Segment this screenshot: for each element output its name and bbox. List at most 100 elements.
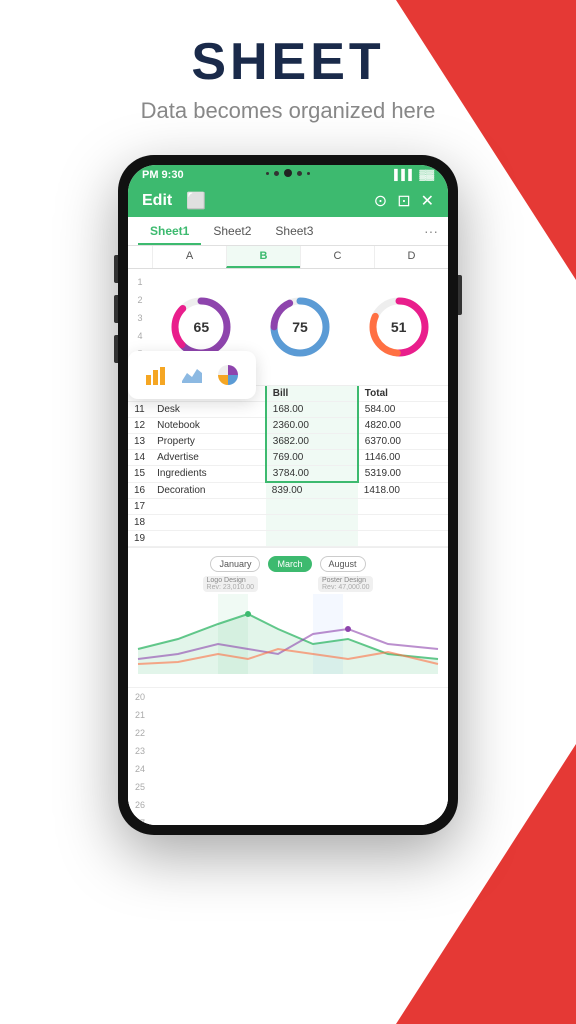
- cell-desk-total: 584.00: [358, 402, 448, 418]
- row-num-15: 15: [128, 466, 151, 483]
- line-chart-svg: [136, 594, 440, 674]
- cell-18-bill[interactable]: [266, 515, 358, 531]
- save-icon[interactable]: ⬜: [186, 191, 206, 211]
- sheet-tabs: Sheet1 Sheet2 Sheet3 ···: [128, 217, 448, 246]
- row-num-17: 17: [128, 499, 151, 515]
- donut-chart-3: 51: [367, 295, 431, 359]
- window-icon[interactable]: ⊡: [397, 191, 410, 211]
- cell-19-total: [358, 531, 448, 547]
- cell-decoration-bill[interactable]: 839.00: [266, 482, 358, 499]
- phone-screen: PM 9:30 ▌▌▌ ▓▓ Edit ⬜ ⊙ ⊡ ✕ Sheet1 Sheet…: [128, 165, 448, 825]
- cell-desk-project[interactable]: Desk: [151, 402, 266, 418]
- cell-property-total: 6370.00: [358, 434, 448, 450]
- cell-ingredients-bill[interactable]: 3784.00: [266, 466, 358, 483]
- cell-ingredients-project[interactable]: Ingredients: [151, 466, 266, 483]
- row-num-19: 19: [128, 531, 151, 547]
- chart-legend: January March August: [136, 556, 440, 572]
- cell-decoration-total: 1418.00: [358, 482, 448, 499]
- cell-advertise-bill[interactable]: 769.00: [266, 450, 358, 466]
- app-title: SHEET: [0, 32, 576, 92]
- chart-labels: Logo DesignRev: 23,010.00 Poster DesignR…: [136, 576, 440, 592]
- col-header-c[interactable]: C: [300, 246, 374, 268]
- legend-august[interactable]: August: [320, 556, 366, 572]
- cell-notebook-bill[interactable]: 2360.00: [266, 418, 358, 434]
- tab-sheet2[interactable]: Sheet2: [201, 217, 263, 245]
- donut-label-3: 51: [391, 319, 407, 335]
- col-header-b[interactable]: B: [226, 246, 300, 268]
- data-table-area: 10 Project Bill Total 11 Desk 168.00 584…: [128, 386, 448, 547]
- cell-advertise-total: 1146.00: [358, 450, 448, 466]
- sheet-area: 1 2 3 4 5 6: [128, 269, 448, 825]
- legend-january[interactable]: January: [210, 556, 260, 572]
- table-row: 14 Advertise 769.00 1146.00: [128, 450, 448, 466]
- status-icons: ▌▌▌ ▓▓: [394, 170, 434, 181]
- donut-chart-1: 65: [169, 295, 233, 359]
- label-logo-design: Logo DesignRev: 23,010.00: [203, 576, 258, 592]
- donut-label-1: 65: [194, 319, 210, 335]
- bottom-chart-area: January March August Logo DesignRev: 23,…: [128, 547, 448, 687]
- cell-17-bill[interactable]: [266, 499, 358, 515]
- row-num-11: 11: [128, 402, 151, 418]
- signal-icon: ▌▌▌: [394, 170, 415, 181]
- legend-march[interactable]: March: [268, 556, 311, 572]
- cell-18-project[interactable]: [151, 515, 266, 531]
- area-chart-icon[interactable]: [174, 357, 210, 393]
- pie-chart-icon[interactable]: [210, 357, 246, 393]
- col-header-d[interactable]: D: [374, 246, 448, 268]
- cell-19-project[interactable]: [151, 531, 266, 547]
- header-total: Total: [358, 386, 448, 402]
- tab-sheet3[interactable]: Sheet3: [263, 217, 325, 245]
- table-row: 18: [128, 515, 448, 531]
- phone-mockup: PM 9:30 ▌▌▌ ▓▓ Edit ⬜ ⊙ ⊡ ✕ Sheet1 Sheet…: [118, 155, 458, 835]
- cam-dot-2: [297, 171, 302, 176]
- cell-19-bill[interactable]: [266, 531, 358, 547]
- cell-property-bill[interactable]: 3682.00: [266, 434, 358, 450]
- vol-up-button: [114, 255, 118, 283]
- row-num-22: 22: [128, 724, 152, 742]
- more-tabs-icon[interactable]: ···: [424, 223, 438, 239]
- cell-desk-bill[interactable]: 168.00: [266, 402, 358, 418]
- table-row: 17: [128, 499, 448, 515]
- row-nums-bottom: 20 21 22 23 24 25 26 27: [128, 688, 152, 825]
- search-icon[interactable]: ⊙: [374, 191, 387, 211]
- cell-17-project[interactable]: [151, 499, 266, 515]
- table-row: 13 Property 3682.00 6370.00: [128, 434, 448, 450]
- col-header-a[interactable]: A: [152, 246, 226, 268]
- table-row: 19: [128, 531, 448, 547]
- power-button: [458, 275, 462, 315]
- close-icon[interactable]: ✕: [421, 191, 434, 211]
- cell-decoration-project[interactable]: Decoration: [151, 482, 266, 499]
- row-num-18: 18: [128, 515, 151, 531]
- row-num-1: 1: [128, 273, 152, 291]
- camera-area: [266, 169, 310, 177]
- row-num-2: 2: [128, 291, 152, 309]
- chart-annotations: Logo DesignRev: 23,010.00 Poster DesignR…: [136, 576, 440, 592]
- row-num-27: 27: [128, 814, 152, 825]
- column-headers: A B C D: [128, 246, 448, 269]
- bar-chart-icon[interactable]: [138, 357, 174, 393]
- cell-property-project[interactable]: Property: [151, 434, 266, 450]
- row-num-25: 25: [128, 778, 152, 796]
- cell-advertise-project[interactable]: Advertise: [151, 450, 266, 466]
- row-num-24: 24: [128, 760, 152, 778]
- bottom-row-nums: 20 21 22 23 24 25 26 27: [128, 687, 448, 825]
- edit-label: Edit: [142, 192, 172, 210]
- donut-label-2: 75: [292, 319, 308, 335]
- cell-18-total: [358, 515, 448, 531]
- row-num-13: 13: [128, 434, 151, 450]
- row-num-14: 14: [128, 450, 151, 466]
- row-num-16: 16: [128, 482, 151, 499]
- donut-chart-2: 75: [268, 295, 332, 359]
- cam-front: [284, 169, 292, 177]
- cam-dot-3: [307, 172, 310, 175]
- row-num-26: 26: [128, 796, 152, 814]
- label-poster-design: Poster DesignRev: 47,000.00: [318, 576, 373, 592]
- row-num-23: 23: [128, 742, 152, 760]
- cell-notebook-project[interactable]: Notebook: [151, 418, 266, 434]
- tab-sheet1[interactable]: Sheet1: [138, 217, 201, 245]
- row-num-12: 12: [128, 418, 151, 434]
- chart-type-icons: [128, 351, 256, 399]
- header-area: SHEET Data becomes organized here: [0, 0, 576, 144]
- silent-button: [114, 335, 118, 363]
- mic-dot: [266, 172, 269, 175]
